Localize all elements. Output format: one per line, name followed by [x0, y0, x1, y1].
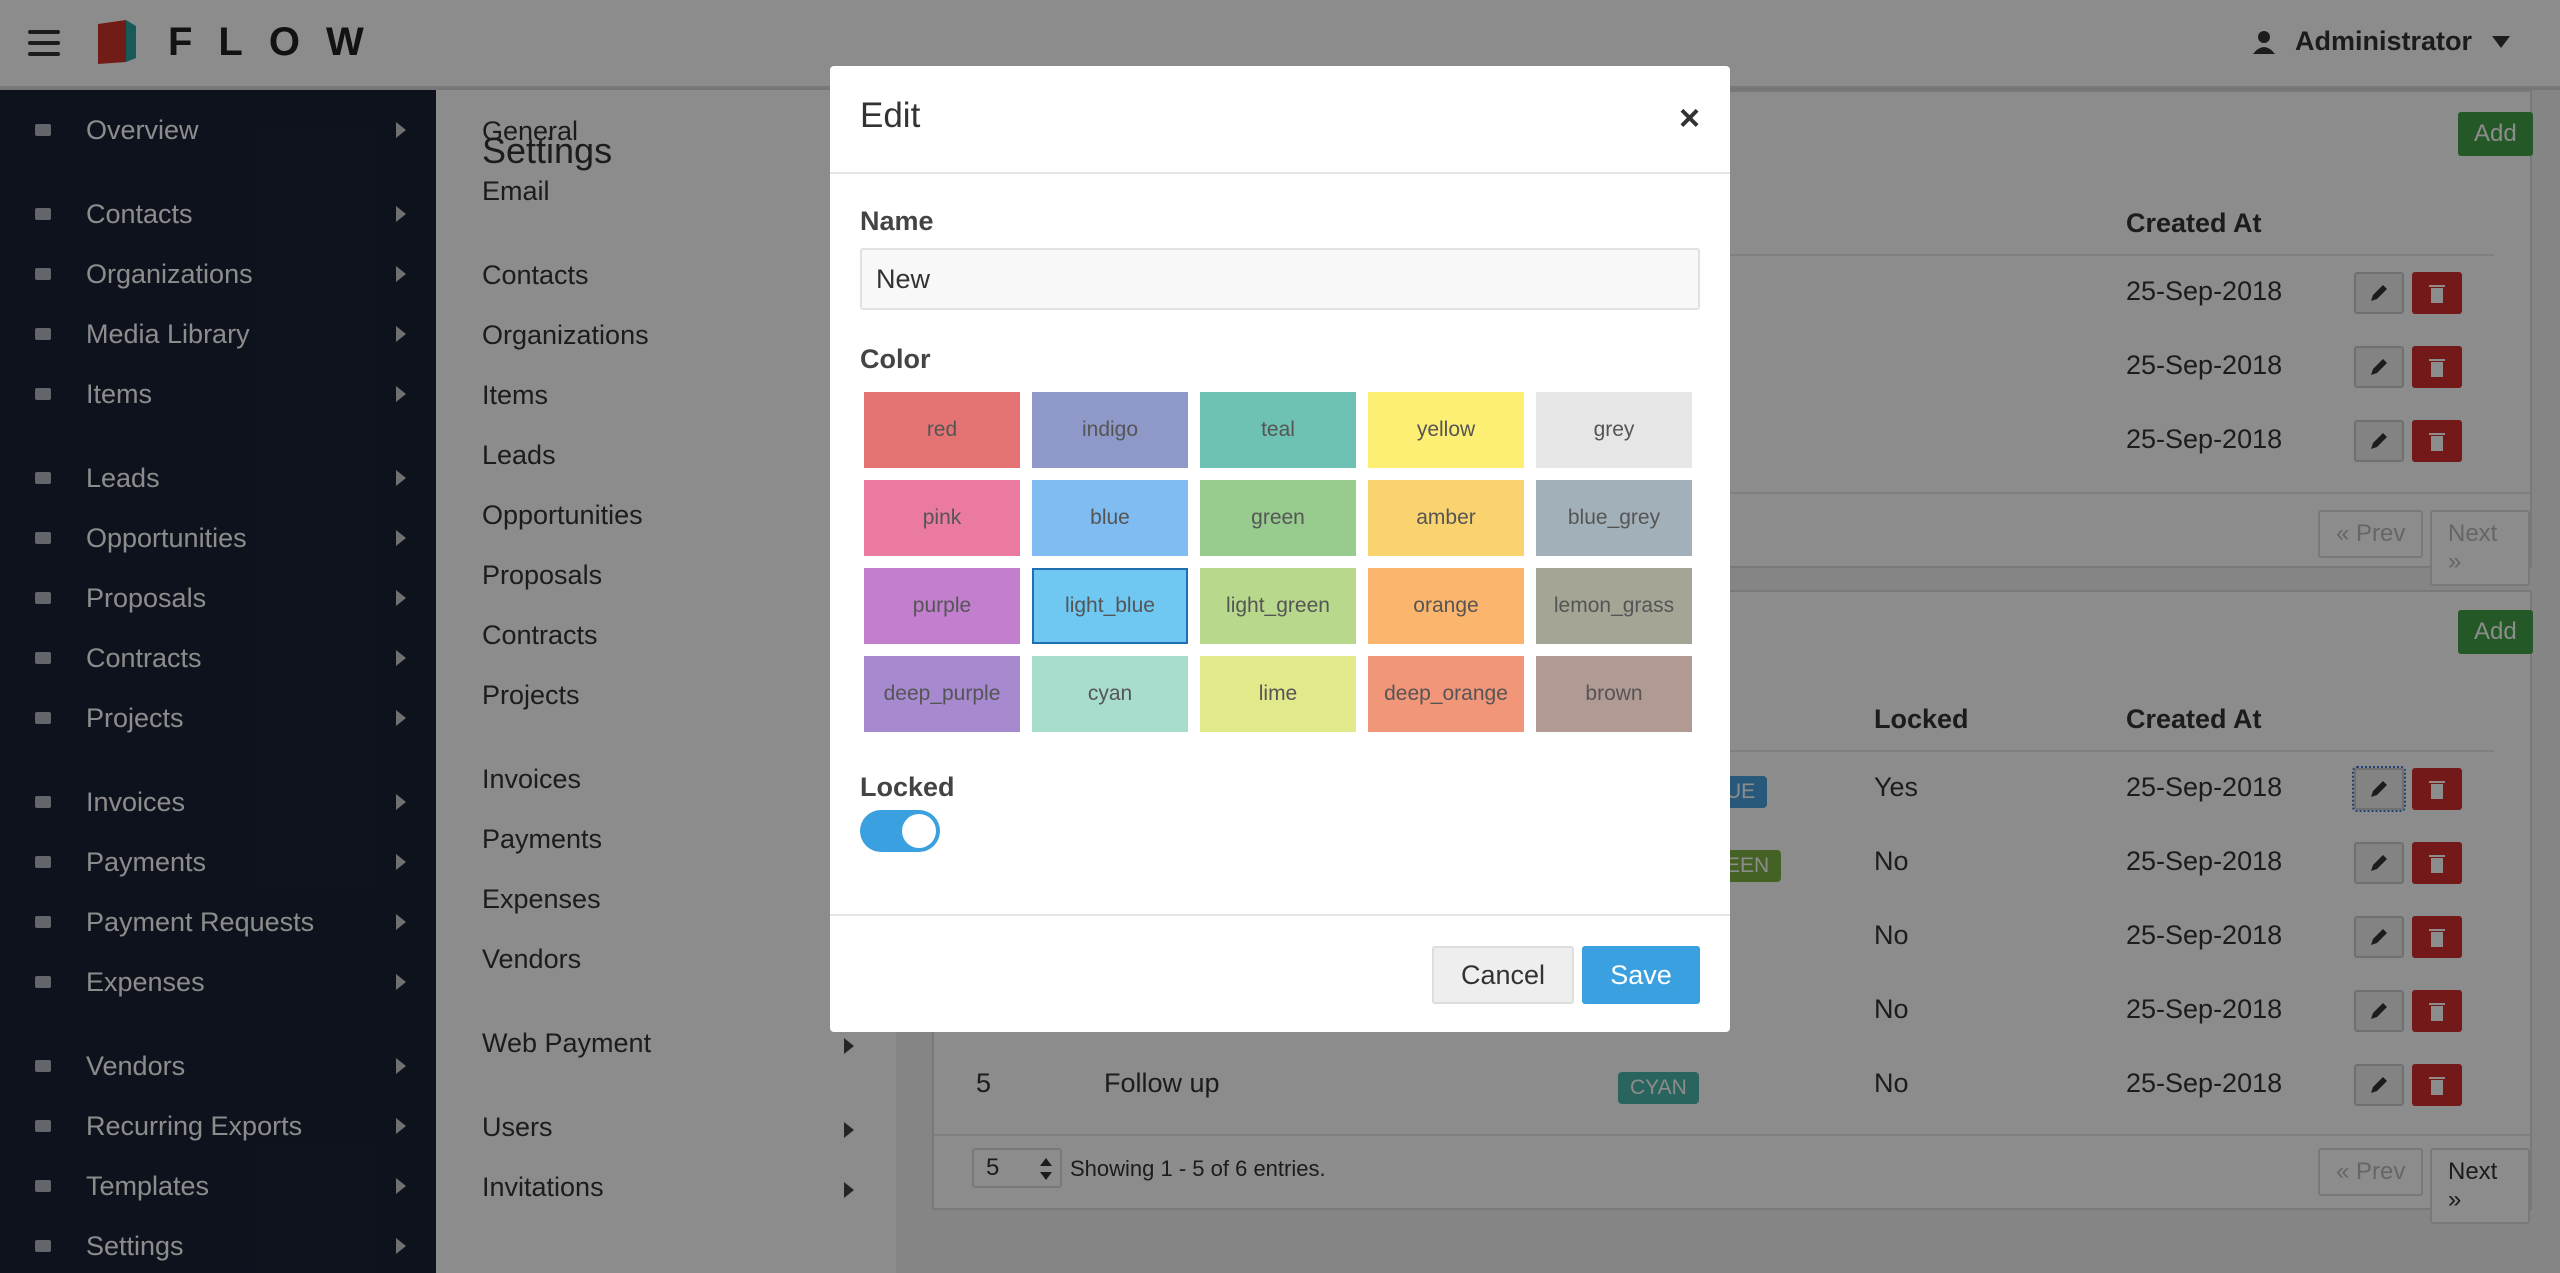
color-swatches: red indigo teal yellow grey pink blue green ambe… — [864, 392, 1698, 732]
modal-title: Edit — [860, 96, 921, 135]
color-label: Color — [860, 344, 931, 374]
locked-toggle[interactable] — [860, 810, 940, 852]
color-swatch-amber[interactable]: amber — [1368, 480, 1524, 556]
color-swatch-lemon-grass[interactable]: lemon_grass — [1536, 568, 1692, 644]
name-label: Name — [860, 206, 934, 236]
color-swatch-cyan[interactable]: cyan — [1032, 656, 1188, 732]
color-swatch-red[interactable]: red — [864, 392, 1020, 468]
color-swatch-yellow[interactable]: yellow — [1368, 392, 1524, 468]
edit-modal: Edit × Name Color redindigotealyellowgre… — [830, 66, 1730, 1032]
color-swatch-pink[interactable]: pink — [864, 480, 1020, 556]
color-swatch-brown[interactable]: brown — [1536, 656, 1692, 732]
color-swatch-lime[interactable]: lime — [1200, 656, 1356, 732]
modal-header-divider — [830, 172, 1730, 174]
color-swatch-orange[interactable]: orange — [1368, 568, 1524, 644]
color-swatch-teal[interactable]: teal — [1200, 392, 1356, 468]
color-swatch-light-blue[interactable]: light_blue — [1032, 568, 1188, 644]
color-swatch-purple[interactable]: purple — [864, 568, 1020, 644]
modal-footer-divider — [830, 914, 1730, 916]
color-swatch-grey[interactable]: grey — [1536, 392, 1692, 468]
toggle-knob — [902, 814, 936, 848]
color-swatch-light-green[interactable]: light_green — [1200, 568, 1356, 644]
close-icon[interactable]: × — [1679, 100, 1700, 136]
color-swatch-deep-purple[interactable]: deep_purple — [864, 656, 1020, 732]
color-swatch-blue[interactable]: blue — [1032, 480, 1188, 556]
locked-label: Locked — [860, 772, 955, 802]
color-swatch-indigo[interactable]: indigo — [1032, 392, 1188, 468]
color-swatch-deep-orange[interactable]: deep_orange — [1368, 656, 1524, 732]
color-swatch-blue-grey[interactable]: blue_grey — [1536, 480, 1692, 556]
name-input[interactable] — [860, 248, 1700, 310]
color-swatch-green[interactable]: green — [1200, 480, 1356, 556]
cancel-button[interactable]: Cancel — [1432, 946, 1574, 1004]
save-button[interactable]: Save — [1582, 946, 1700, 1004]
